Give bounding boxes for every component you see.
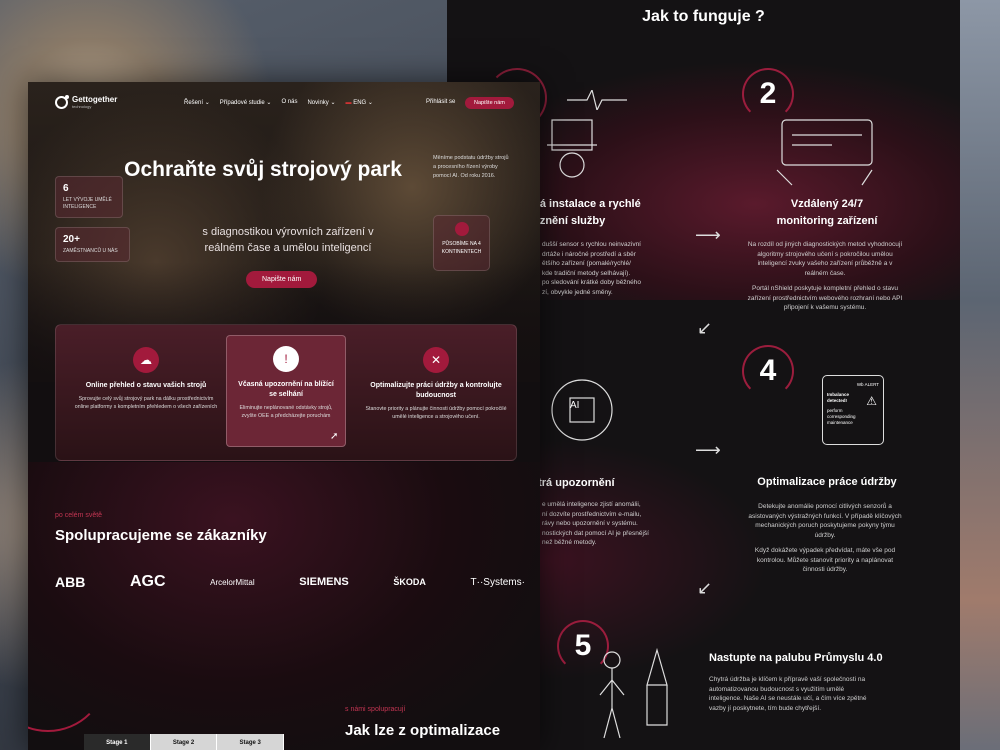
stage-header: Stage 2 xyxy=(151,734,218,750)
step3-body: e umělá inteligence zjistí anomálii, ní … xyxy=(542,501,649,546)
step5-body: Chytrá údržba je klíčem k přípravě vaší … xyxy=(709,676,867,712)
continents-label: PŮSOBÍME NA 4 KONTINENTECH xyxy=(441,241,482,255)
step2-paragraph-1: Na rozdíl od jiných diagnostických metod… xyxy=(747,241,903,277)
step2-heading: Vzdálený 24/7 monitoring zařízení xyxy=(776,198,878,227)
nav-label: Řešení xyxy=(184,100,204,106)
main-menu: Řešení ⌄ Případové studie ⌄ O nás Novink… xyxy=(184,99,373,106)
chevron-down-icon: ⌄ xyxy=(266,100,272,106)
feature-body: Stanovte priority a plánujte činnosti úd… xyxy=(365,406,507,420)
feature-body: Eliminujte neplánované odstávky strojů, … xyxy=(239,405,333,419)
step2-body: Na rozdíl od jiných diagnostických metod… xyxy=(745,240,905,319)
pulse-icon xyxy=(567,90,627,110)
lower-section-bg xyxy=(28,462,540,750)
contact-button-nav[interactable]: Napište nám xyxy=(465,97,514,109)
feature-title: Optimalizujte práci údržby a kontrolujte… xyxy=(370,382,502,399)
cursor-icon: ➚ xyxy=(330,431,339,442)
logo-skoda: ŠKODA xyxy=(393,577,426,587)
stat-card-years: 6 LET VÝVOJE UMĚLÉ INTELIGENCE xyxy=(55,176,123,218)
sensor-sketch-icon xyxy=(547,119,597,178)
hero-title: Ochraňte svůj strojový park xyxy=(124,158,402,181)
login-link[interactable]: Přihlásit se xyxy=(426,99,455,105)
client-logos: ABB AGC ArcelorMittal SIEMENS ŠKODA T··S… xyxy=(55,573,525,591)
nav-label: Novinky xyxy=(307,100,329,106)
homepage: Gettogether technology Řešení ⌄ Případové… xyxy=(28,82,540,750)
logo-icon xyxy=(55,94,69,109)
nav-item-about[interactable]: O nás xyxy=(281,99,297,106)
arrow-curve-icon-2: ↙ xyxy=(697,578,713,598)
feature-title: Online přehled o stavu vašich strojů xyxy=(85,382,207,389)
contact-button-hero[interactable]: Napište nám xyxy=(246,271,318,288)
tablet-alert-title: Imbalance detected! xyxy=(827,392,850,403)
logo-arcelormittal: ArcelorMittal xyxy=(210,577,255,587)
step3-heading: ytrá upozornění xyxy=(532,477,615,489)
flag-cz-icon: ▬ xyxy=(345,100,352,106)
globe-icon xyxy=(454,222,469,236)
stat-number: 6 xyxy=(63,183,69,194)
chevron-down-icon: ⌄ xyxy=(367,100,373,106)
arrow-right-icon-2: ⟶ xyxy=(695,440,721,460)
arrow-right-icon: ⟶ xyxy=(695,225,721,245)
stages-table: Stage 1 Stage 2 Stage 3 xyxy=(84,734,285,750)
tablet-alert-sketch: Wb ALERT Imbalance detected! perform cor… xyxy=(822,375,884,445)
alert-icon: ! xyxy=(273,346,299,372)
logo-agc: AGC xyxy=(129,573,166,590)
stage-header: Stage 3 xyxy=(217,734,285,750)
feature-body: Sprovujte celý svůj strojový park na dál… xyxy=(74,396,218,410)
tablet-alert-sub: perform corresponding maintenance xyxy=(827,408,856,425)
continents-badge: PŮSOBÍME NA 4 KONTINENTECH xyxy=(433,215,490,271)
logo-abb: ABB xyxy=(55,574,86,590)
step4-paragraph-2: Když dokážete výpadek předvídat, máte vš… xyxy=(754,547,896,573)
language-label: ENG xyxy=(353,100,367,106)
logo-siemens: SIEMENS xyxy=(299,576,349,588)
chevron-down-icon: ⌄ xyxy=(330,100,336,106)
ai-chip-label: AI xyxy=(570,400,580,411)
step1-body: dušší sensor s rychlou neinvazivní drtáž… xyxy=(542,241,642,296)
clients-kicker: po celém světě xyxy=(55,512,103,519)
stat-card-employees: 20+ ZAMĚSTNANCŮ U NÁS xyxy=(55,227,130,262)
step4-heading: Optimalizace práce údržby xyxy=(757,476,897,488)
warning-icon: ⚠ xyxy=(866,394,877,408)
tools-icon: ✕ xyxy=(423,347,449,373)
ai-head-sketch-icon xyxy=(551,379,613,441)
stage-header: Stage 1 xyxy=(84,734,151,750)
rocket-sketch-icon xyxy=(599,647,668,739)
step4-paragraph-1: Detekujte anomálie pomocí citlivých senz… xyxy=(748,503,902,539)
feature-card-alerts[interactable]: ! Včasná upozornění na blížící se selhán… xyxy=(226,335,346,447)
brand-name: Gettogether xyxy=(72,95,118,104)
feature-title: Včasná upozornění na blížící se selhání xyxy=(238,381,334,398)
hero-side-text: Měníme podstatu údržby strojů a procesní… xyxy=(433,155,509,179)
how-it-works-title: Jak to funguje ? xyxy=(642,8,765,25)
step2-paragraph-2: Portál nShield poskytuje kompletní přehl… xyxy=(747,285,903,311)
step4-body: Detekujte anomálie pomocí citlivých senz… xyxy=(745,502,905,581)
hero-subtitle: s diagnostikou výrovních zařízení v reál… xyxy=(202,226,374,254)
brand-sub: technology xyxy=(72,104,92,109)
stat-number: 20+ xyxy=(63,234,80,245)
brand-logo[interactable]: Gettogether technology xyxy=(55,94,118,109)
tablet-monitoring-sketch-icon xyxy=(776,119,873,186)
stat-label: LET VÝVOJE UMĚLÉ INTELIGENCE xyxy=(63,197,112,210)
bottom-kicker: s námi spolupracují xyxy=(345,706,406,713)
step1-heading: chá instalace a rychlé voznění služby xyxy=(527,198,641,227)
logo-tsystems: T··Systems· xyxy=(470,576,525,588)
stat-label: ZAMĚSTNANCŮ U NÁS xyxy=(63,248,118,254)
arrow-curve-icon: ↙ xyxy=(697,318,713,338)
chevron-down-icon: ⌄ xyxy=(204,100,210,106)
step4-number: 4 xyxy=(742,345,794,397)
feature-card-maintenance[interactable]: ✕ Optimalizujte práci údržby a kontroluj… xyxy=(361,325,511,462)
features-panel: ☁ Online přehled o stavu vašich strojů S… xyxy=(55,324,517,461)
nav-item-case-studies[interactable]: Případové studie ⌄ xyxy=(220,99,272,106)
tablet-alert-tag: Wb ALERT xyxy=(856,382,879,387)
top-nav: Gettogether technology Řešení ⌄ Případové… xyxy=(28,82,540,122)
step5-heading: Nastupte na palubu Průmyslu 4.0 xyxy=(709,652,883,664)
nav-item-reseni[interactable]: Řešení ⌄ xyxy=(184,99,210,106)
clients-title: Spolupracujeme se zákazníky xyxy=(55,527,267,544)
nav-label: Případové studie xyxy=(219,100,265,106)
bottom-title: Jak lze z optimalizace xyxy=(345,722,501,739)
language-select[interactable]: ▬ ENG ⌄ xyxy=(346,99,373,106)
cloud-icon: ☁ xyxy=(133,347,159,373)
feature-card-overview[interactable]: ☁ Online přehled o stavu vašich strojů S… xyxy=(71,325,221,462)
nav-item-news[interactable]: Novinky ⌄ xyxy=(307,99,335,106)
